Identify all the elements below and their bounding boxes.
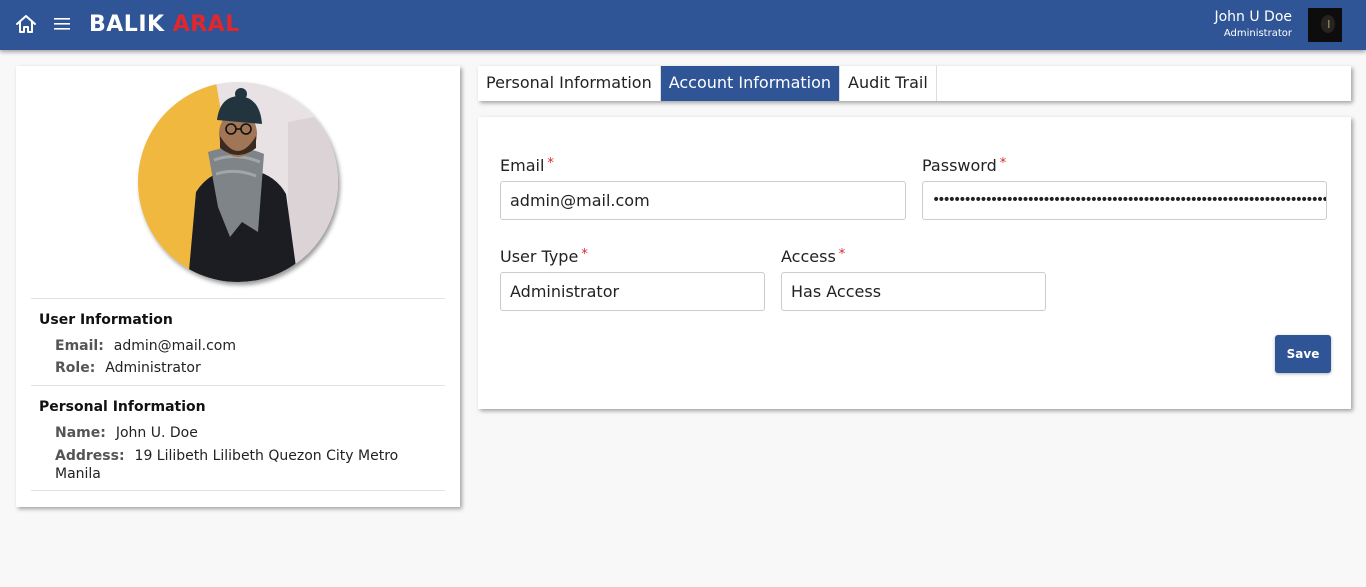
required-mark: * [581,247,588,262]
hamburger-menu-icon[interactable] [53,16,71,32]
required-mark: * [999,156,1007,171]
brand-logo[interactable]: BALIK ARAL [89,10,240,40]
email-field[interactable]: admin@mail.com [500,181,906,220]
brand-main-text: BALIK [89,12,173,37]
access-label: Access * [781,247,845,266]
profile-role-value: Administrator [105,360,201,376]
password-label-text: Password [922,156,997,175]
profile-role-label: Role: [55,360,96,376]
email-label: Email * [500,156,554,175]
profile-role: Role: Administrator [55,360,201,376]
tab-bar: Personal Information Account Information… [478,66,1351,101]
header-avatar[interactable] [1308,8,1342,42]
personal-info-title: Personal Information [39,399,206,415]
user-type-field[interactable]: Administrator [500,272,765,311]
tab-account-information[interactable]: Account Information [660,66,841,101]
tab-audit-trail[interactable]: Audit Trail [840,66,937,101]
profile-name-value: John U. Doe [115,425,198,441]
profile-divider [31,490,445,491]
save-button[interactable]: Save [1275,335,1331,373]
profile-email-value: admin@mail.com [113,338,237,354]
password-field[interactable]: ••••••••••••••••••••••••••••••••••••••••… [922,181,1327,220]
top-navbar: BALIK ARAL John U Doe Administrator [0,0,1366,50]
user-type-label-text: User Type [500,247,579,266]
required-mark: * [547,156,554,171]
profile-email: Email: admin@mail.com [55,338,236,354]
required-mark: * [838,247,846,262]
profile-address: Address: 19 Lilibeth Lilibeth Quezon City… [55,447,425,483]
profile-name-label: Name: [55,425,106,441]
access-label-text: Access [781,247,836,266]
home-icon[interactable] [15,14,37,34]
profile-name: Name: John U. Doe [55,425,198,441]
profile-email-label: Email: [55,338,104,354]
brand-accent-text: ARAL [172,12,240,37]
user-info-title: User Information [39,312,173,328]
profile-address-label: Address: [55,448,125,464]
account-form-card: Email * admin@mail.com Password * ••••••••… [478,117,1351,409]
profile-card: User Information Email: admin@mail.com Ro… [16,66,460,507]
profile-photo [138,82,338,282]
access-field[interactable]: Has Access [781,272,1046,311]
user-type-label: User Type * [500,247,588,266]
profile-divider [31,385,445,386]
password-label: Password * [922,156,1006,175]
tab-personal-information[interactable]: Personal Information [478,66,661,101]
profile-divider [31,298,445,299]
header-user-name[interactable]: John U Doe [1214,9,1292,25]
header-user-role: Administrator [1223,28,1292,39]
email-label-text: Email [500,156,545,175]
